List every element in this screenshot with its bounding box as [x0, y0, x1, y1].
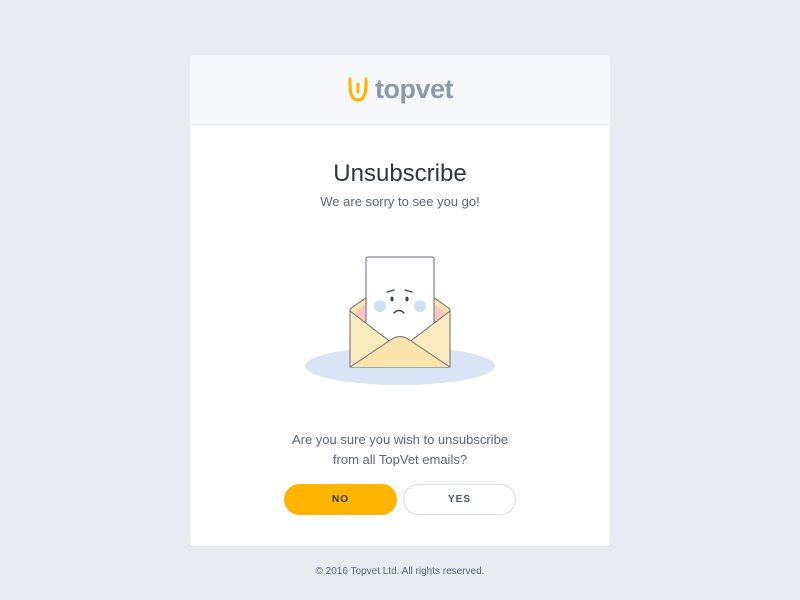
brand-name: topvet — [375, 74, 454, 104]
card-header: topvet — [190, 55, 610, 125]
question-line-2: from all TopVet emails? — [332, 452, 468, 467]
question-line-1: Are you sure you wish to unsubscribe — [291, 432, 509, 447]
sad-envelope-icon — [305, 256, 495, 385]
unsubscribe-card: topvet Unsubscribe We are sorry to see y… — [190, 55, 610, 546]
button-group: NO YES — [190, 484, 610, 515]
no-button[interactable]: NO — [284, 484, 397, 515]
page-title: Unsubscribe — [333, 160, 467, 187]
confirm-question: Are you sure you wish to unsubscribe fro… — [190, 430, 610, 470]
topvet-logo-icon — [348, 77, 368, 102]
footer-copyright: © 2016 Topvet Ltd. All rights reserved. — [315, 566, 485, 577]
brand-logo: topvet — [347, 74, 454, 104]
yes-button[interactable]: YES — [403, 484, 516, 515]
page-subtitle: We are sorry to see you go! — [320, 194, 480, 209]
